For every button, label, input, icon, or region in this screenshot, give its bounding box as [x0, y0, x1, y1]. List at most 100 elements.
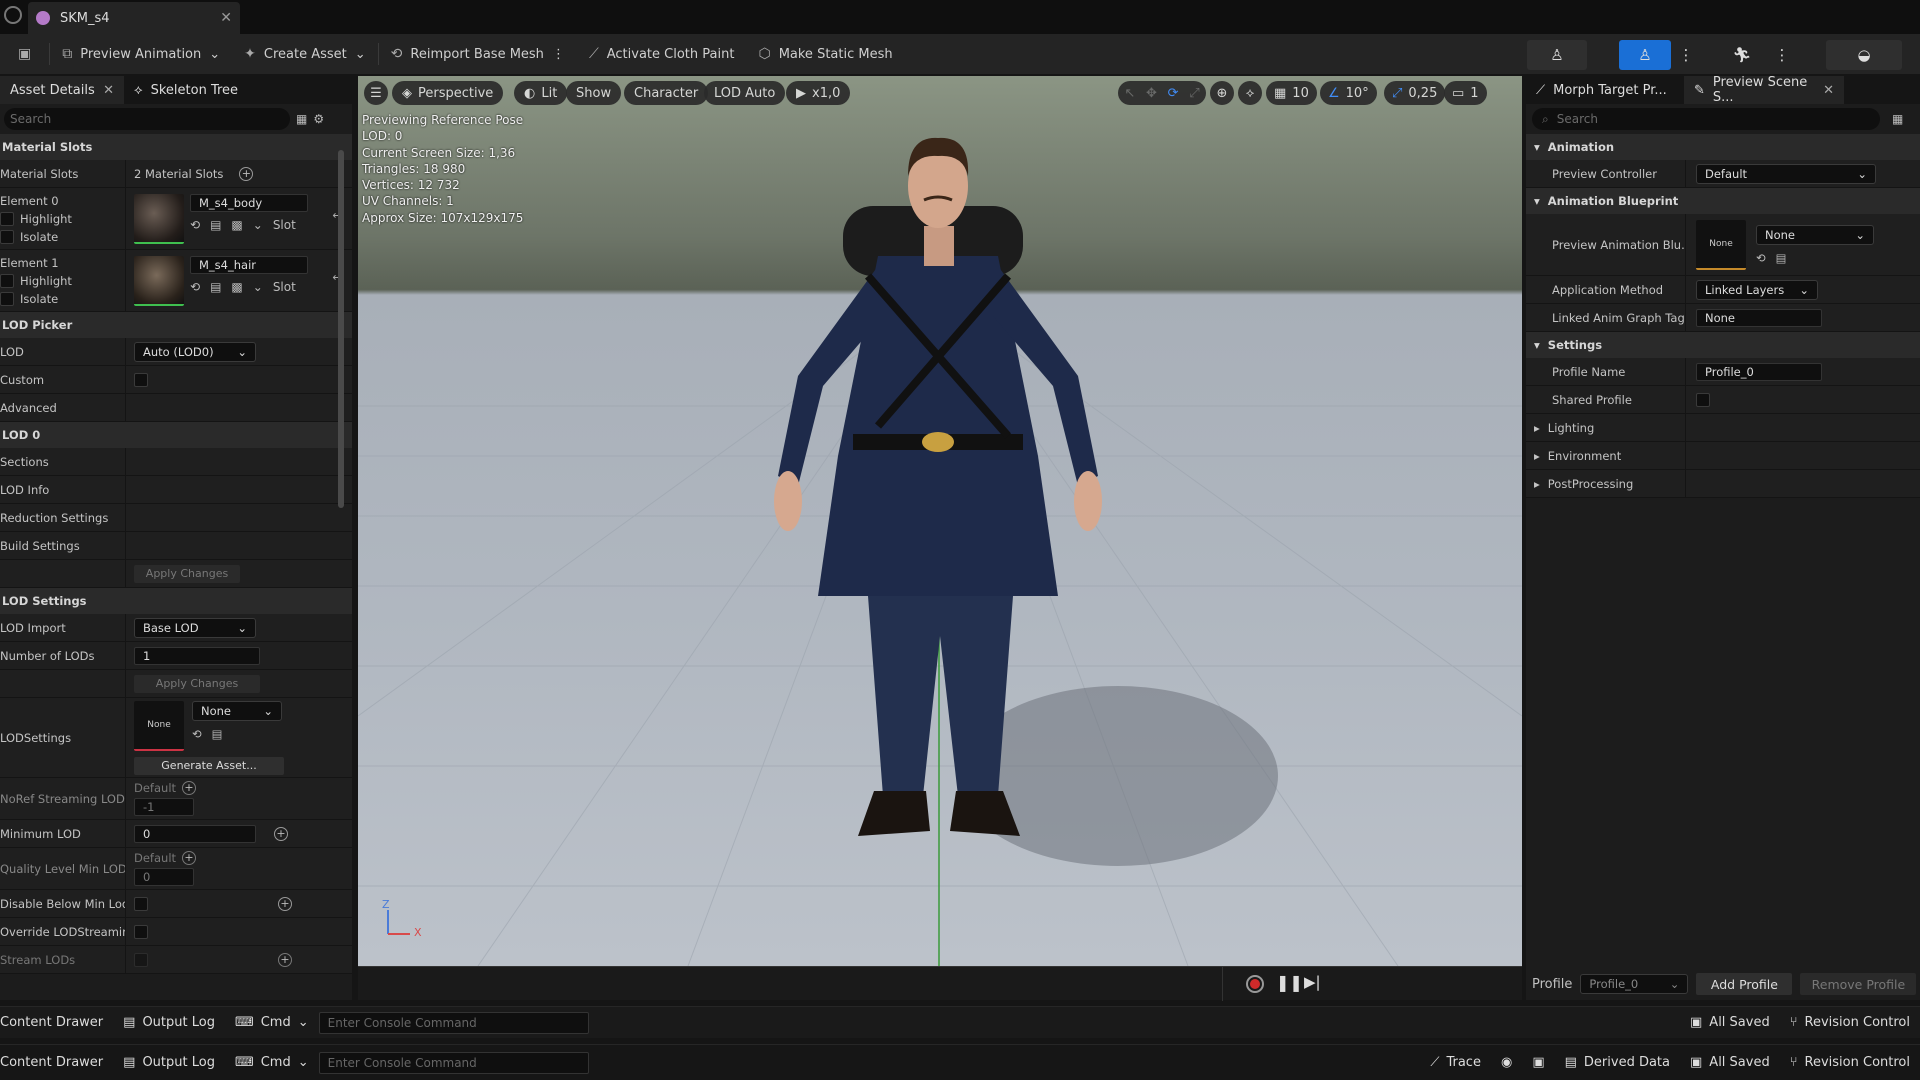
stream-lods-checkbox[interactable] — [134, 952, 148, 967]
section-settings[interactable]: ▾ Settings — [1526, 332, 1920, 358]
override-checkbox[interactable] — [134, 924, 148, 939]
output-log-button[interactable]: ▤ Output Log — [113, 1015, 225, 1030]
tab-asset-details[interactable]: Asset Details ✕ — [0, 76, 124, 104]
material-name-field[interactable]: M_s4_hair — [190, 256, 308, 274]
section-lod-picker[interactable]: LOD Picker — [0, 312, 352, 338]
more-modes-icon[interactable]: ⋮ — [1772, 40, 1792, 70]
select-icon[interactable]: ↖ — [1124, 86, 1135, 101]
tab-skeleton-tree[interactable]: ⟡ Skeleton Tree — [124, 76, 248, 104]
content-drawer-button[interactable]: Content Drawer — [0, 1015, 113, 1030]
lod-import-dropdown[interactable]: Base LOD ⌄ — [134, 617, 256, 638]
add-override-icon[interactable]: + — [278, 896, 292, 911]
table-view-icon[interactable]: ▦ — [1892, 112, 1903, 126]
skeleton-mode-button[interactable]: ♙ — [1527, 40, 1587, 70]
use-selected-icon[interactable]: ⟲ — [190, 218, 200, 232]
table-view-icon[interactable]: ▦ — [296, 112, 307, 126]
add-slot-icon[interactable]: + — [239, 166, 254, 181]
checker-icon[interactable]: ▩ — [231, 280, 242, 294]
surface-snap-button[interactable]: ⟡ — [1238, 81, 1262, 105]
material-name-field[interactable]: M_s4_body — [190, 194, 308, 212]
settings-gear-icon[interactable]: ⚙ — [313, 112, 324, 126]
output-log-button[interactable]: ▤ Output Log — [113, 1055, 225, 1070]
browse-icon[interactable]: ▤ — [1776, 251, 1787, 265]
animation-timeline[interactable]: ❚❚ ▶| — [358, 966, 1522, 1001]
close-icon[interactable]: ✕ — [1823, 83, 1834, 98]
reduction-settings-row[interactable]: Reduction Settings — [0, 504, 352, 532]
details-search-input[interactable]: Search — [4, 108, 290, 130]
advanced-row[interactable]: Advanced — [0, 394, 352, 422]
more-modes-icon[interactable]: ⋮ — [1676, 40, 1696, 70]
physics-mode-button[interactable]: ◒ — [1826, 40, 1902, 70]
profile-name-input[interactable]: Profile_0 — [1696, 362, 1822, 381]
add-override-icon[interactable]: + — [182, 781, 197, 795]
rotation-snap-button[interactable]: ∠ 10° — [1320, 81, 1377, 105]
more-options-icon[interactable]: ⋮ — [552, 47, 565, 62]
add-profile-button[interactable]: Add Profile — [1696, 973, 1793, 995]
linked-anim-graph-tag-input[interactable]: None — [1696, 308, 1822, 327]
lodsettings-thumbnail[interactable]: None — [134, 700, 184, 751]
section-animation-blueprint[interactable]: ▾ Animation Blueprint — [1526, 188, 1920, 214]
browse-icon[interactable]: ▤ — [210, 280, 221, 294]
all-saved-button[interactable]: ▣ All Saved — [1680, 1055, 1780, 1070]
grid-snap-button[interactable]: ▦ 10 — [1266, 81, 1317, 105]
browse-icon[interactable]: ▤ — [210, 218, 221, 232]
character-button[interactable]: Character — [624, 81, 709, 105]
lodsettings-dropdown[interactable]: None ⌄ — [192, 700, 282, 721]
details-scrollbar[interactable] — [338, 150, 344, 508]
make-static-mesh-button[interactable]: ⬡ Make Static Mesh — [746, 34, 904, 74]
screenshot-icon[interactable]: ▣ — [1522, 1055, 1554, 1070]
lighting-row[interactable]: ▸ Lighting — [1526, 414, 1920, 442]
close-tab-icon[interactable]: ✕ — [220, 10, 232, 26]
browse-icon[interactable]: ▤ — [212, 727, 223, 741]
activate-cloth-paint-button[interactable]: ⟋ Activate Cloth Paint — [577, 34, 747, 74]
cmd-dropdown[interactable]: ⌨ Cmd ⌄ — [225, 1055, 319, 1070]
material-thumbnail[interactable] — [134, 256, 184, 306]
reimport-base-mesh-button[interactable]: ⟲ Reimport Base Mesh ⋮ — [379, 34, 577, 74]
use-selected-icon[interactable]: ⟲ — [192, 727, 202, 741]
tab-preview-scene-settings[interactable]: ✎ Preview Scene S... ✕ — [1684, 75, 1844, 105]
apply-changes-button[interactable]: Apply Changes — [134, 564, 240, 583]
disable-below-checkbox[interactable] — [134, 896, 148, 911]
preview-animation-button[interactable]: ⧉ Preview Animation ⌄ — [50, 34, 232, 74]
record-button[interactable] — [1246, 975, 1264, 993]
sections-row[interactable]: Sections — [0, 448, 352, 476]
chevron-down-icon[interactable]: ⌄ — [253, 218, 263, 232]
pause-button[interactable]: ❚❚ — [1276, 973, 1303, 992]
number-of-lods-input[interactable]: 1 — [134, 646, 260, 665]
revision-control-button[interactable]: ⑂ Revision Control — [1780, 1015, 1920, 1030]
move-icon[interactable]: ✥ — [1146, 86, 1157, 101]
section-lod-settings[interactable]: LOD Settings — [0, 588, 352, 614]
highlight-checkbox[interactable] — [0, 273, 14, 288]
lit-button[interactable]: ◐ Lit — [514, 81, 568, 105]
document-tab[interactable]: SKM_s4 ✕ — [28, 2, 240, 34]
add-override-icon[interactable]: + — [274, 826, 288, 841]
revision-control-button[interactable]: ⑂ Revision Control — [1780, 1055, 1920, 1070]
preview-controller-dropdown[interactable]: Default ⌄ — [1696, 163, 1876, 184]
profile-select[interactable]: Profile_0 ⌄ — [1580, 974, 1689, 994]
create-asset-button[interactable]: ✦ Create Asset ⌄ — [232, 34, 378, 74]
anim-blueprint-thumbnail[interactable]: None — [1696, 219, 1746, 270]
use-selected-icon[interactable]: ⟲ — [190, 280, 200, 294]
quality-value-input[interactable]: 0 — [134, 868, 194, 886]
record-trace-icon[interactable]: ◉ — [1491, 1055, 1522, 1070]
preview-viewport[interactable]: ☰ ◈ Perspective ◐ Lit Show Character LOD A… — [358, 76, 1522, 966]
save-asset-button[interactable]: ▣ — [0, 34, 49, 74]
step-forward-button[interactable]: ▶| — [1304, 973, 1321, 991]
custom-checkbox[interactable] — [134, 372, 148, 387]
show-button[interactable]: Show — [566, 81, 622, 105]
lod-dropdown[interactable]: Auto (LOD0) ⌄ — [134, 341, 256, 362]
playback-speed-button[interactable]: ▶ x1,0 — [786, 81, 851, 105]
isolate-checkbox[interactable] — [0, 291, 14, 306]
camera-speed-button[interactable]: ▭ 1 — [1444, 81, 1487, 105]
application-method-dropdown[interactable]: Linked Layers ⌄ — [1696, 279, 1818, 300]
add-override-icon[interactable]: + — [278, 952, 292, 967]
section-material-slots[interactable]: Material Slots — [0, 134, 352, 160]
shared-profile-checkbox[interactable] — [1696, 392, 1710, 407]
all-saved-button[interactable]: ▣ All Saved — [1680, 1015, 1780, 1030]
unreal-logo-icon[interactable] — [4, 6, 22, 24]
derived-data-button[interactable]: ▤ Derived Data — [1555, 1055, 1680, 1070]
postprocessing-row[interactable]: ▸ PostProcessing — [1526, 470, 1920, 498]
scale-icon[interactable]: ⤢ — [1189, 86, 1199, 101]
minimum-lod-input[interactable]: 0 — [134, 824, 256, 843]
section-lod0[interactable]: LOD 0 — [0, 422, 352, 448]
